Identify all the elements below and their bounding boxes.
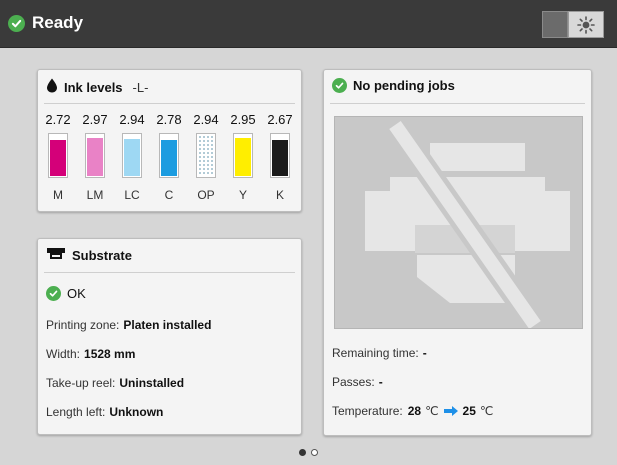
- printing-zone-value: Platen installed: [123, 318, 212, 332]
- substrate-status-text: OK: [67, 286, 86, 301]
- page-dot-2[interactable]: [311, 449, 318, 456]
- ink-fill: [87, 138, 103, 176]
- ink-fill: [272, 140, 288, 176]
- ink-label-y: Y: [238, 188, 247, 202]
- ink-fill: [124, 139, 140, 176]
- ink-fill: [50, 140, 66, 176]
- remaining-time-row: Remaining time: -: [332, 346, 427, 360]
- temperature-label: Temperature:: [332, 404, 403, 418]
- ink-label-lc: LC: [124, 188, 140, 202]
- substrate-header: Substrate: [46, 247, 132, 264]
- ink-levels-header: Ink levels -L-: [46, 78, 148, 96]
- temperature-row: Temperature: 28 ℃ 25 ℃: [332, 404, 493, 418]
- check-circle-icon: [332, 78, 347, 93]
- ink-levels-card[interactable]: Ink levels -L- 2.72 2.97 2.94 2.78 2.94 …: [37, 69, 302, 212]
- check-circle-icon: [8, 15, 25, 32]
- status-bar: Ready: [0, 0, 617, 48]
- ink-cartridge-lc[interactable]: [122, 133, 142, 178]
- temperature-current: 28: [407, 404, 422, 418]
- printing-zone-row: Printing zone: Platen installed: [46, 318, 211, 332]
- passes-label: Passes:: [332, 375, 375, 389]
- ink-cartridge-m[interactable]: [48, 133, 68, 178]
- page-dot-1[interactable]: [299, 449, 306, 456]
- printer-status-screen: Ready Ink levels -L- 2.72 2.97 2.94 2.78…: [0, 0, 617, 465]
- ink-label-lm: LM: [86, 188, 104, 202]
- ink-value-lm: 2.97: [82, 112, 108, 127]
- length-left-label: Length left:: [46, 405, 106, 419]
- passes-row: Passes: -: [332, 375, 383, 389]
- ink-label-k: K: [275, 188, 284, 202]
- brightness-dark-swatch[interactable]: [542, 11, 568, 38]
- divider: [44, 272, 295, 273]
- remaining-time-label: Remaining time:: [332, 346, 419, 360]
- divider: [44, 103, 295, 104]
- substrate-title: Substrate: [72, 248, 132, 263]
- divider: [330, 103, 585, 104]
- ink-fill: [235, 138, 251, 176]
- width-row: Width: 1528 mm: [46, 347, 135, 361]
- remaining-time-value: -: [422, 346, 427, 360]
- jobs-title: No pending jobs: [353, 78, 455, 93]
- ink-value-k: 2.67: [267, 112, 293, 127]
- ink-value-y: 2.95: [230, 112, 256, 127]
- temperature-unit: ℃: [425, 404, 439, 418]
- jobs-header: No pending jobs: [332, 78, 455, 93]
- passes-value: -: [378, 375, 383, 389]
- ink-cartridge-y[interactable]: [233, 133, 253, 178]
- width-value: 1528 mm: [84, 347, 136, 361]
- substrate-status: OK: [46, 286, 86, 301]
- take-up-reel-label: Take-up reel:: [46, 376, 116, 390]
- substrate-card[interactable]: Substrate OK Printing zone: Platen instal…: [37, 238, 302, 435]
- length-left-value: Unknown: [109, 405, 164, 419]
- ink-label-op: OP: [197, 188, 215, 202]
- ink-fill: [161, 140, 177, 176]
- ink-levels-title: Ink levels: [64, 79, 123, 95]
- ink-value-op: 2.94: [193, 112, 219, 127]
- width-label: Width:: [46, 347, 81, 361]
- ink-value-c: 2.78: [156, 112, 182, 127]
- temperature-unit: ℃: [479, 404, 494, 418]
- ink-value-lc: 2.94: [119, 112, 145, 127]
- ink-cartridge-lm[interactable]: [85, 133, 105, 178]
- ink-value-m: 2.72: [45, 112, 71, 127]
- jobs-card[interactable]: No pending jobs Remaining time: - Passes:…: [323, 69, 592, 436]
- page-indicator: [0, 449, 617, 459]
- ink-values-row: 2.72 2.97 2.94 2.78 2.94 2.95 2.67: [38, 112, 303, 130]
- take-up-reel-row: Take-up reel: Uninstalled: [46, 376, 184, 390]
- ink-label-c: C: [164, 188, 174, 202]
- substrate-icon: [46, 247, 66, 264]
- arrow-right-icon: [443, 406, 458, 416]
- take-up-reel-value: Uninstalled: [119, 376, 185, 390]
- brightness-button[interactable]: [542, 11, 604, 38]
- check-circle-icon: [46, 286, 61, 301]
- printer-status-text: Ready: [32, 13, 84, 32]
- no-jobs-printer-icon: [334, 116, 583, 332]
- printing-zone-label: Printing zone:: [46, 318, 120, 332]
- dotted-pattern-icon: [198, 135, 214, 176]
- temperature-target: 25: [462, 404, 476, 418]
- length-left-row: Length left: Unknown: [46, 405, 163, 419]
- ink-drop-icon: [46, 78, 58, 96]
- ink-levels-subtitle: -L-: [132, 79, 149, 95]
- ink-cartridge-c[interactable]: [159, 133, 179, 178]
- ink-cartridge-op[interactable]: [196, 133, 216, 178]
- sun-icon[interactable]: [568, 11, 604, 38]
- ink-cartridge-k[interactable]: [270, 133, 290, 178]
- ink-label-m: M: [53, 188, 63, 202]
